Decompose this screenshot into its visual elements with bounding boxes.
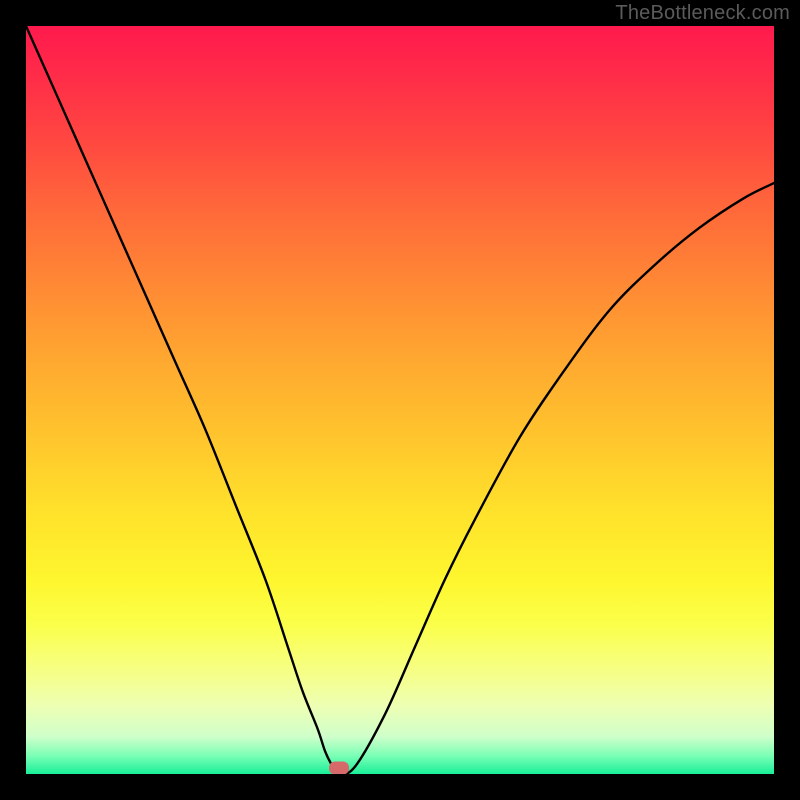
plot-area — [26, 26, 774, 774]
watermark-text: TheBottleneck.com — [615, 2, 790, 25]
chart-frame: TheBottleneck.com — [0, 0, 800, 800]
bottleneck-curve — [26, 26, 774, 774]
minimum-marker — [329, 762, 349, 774]
